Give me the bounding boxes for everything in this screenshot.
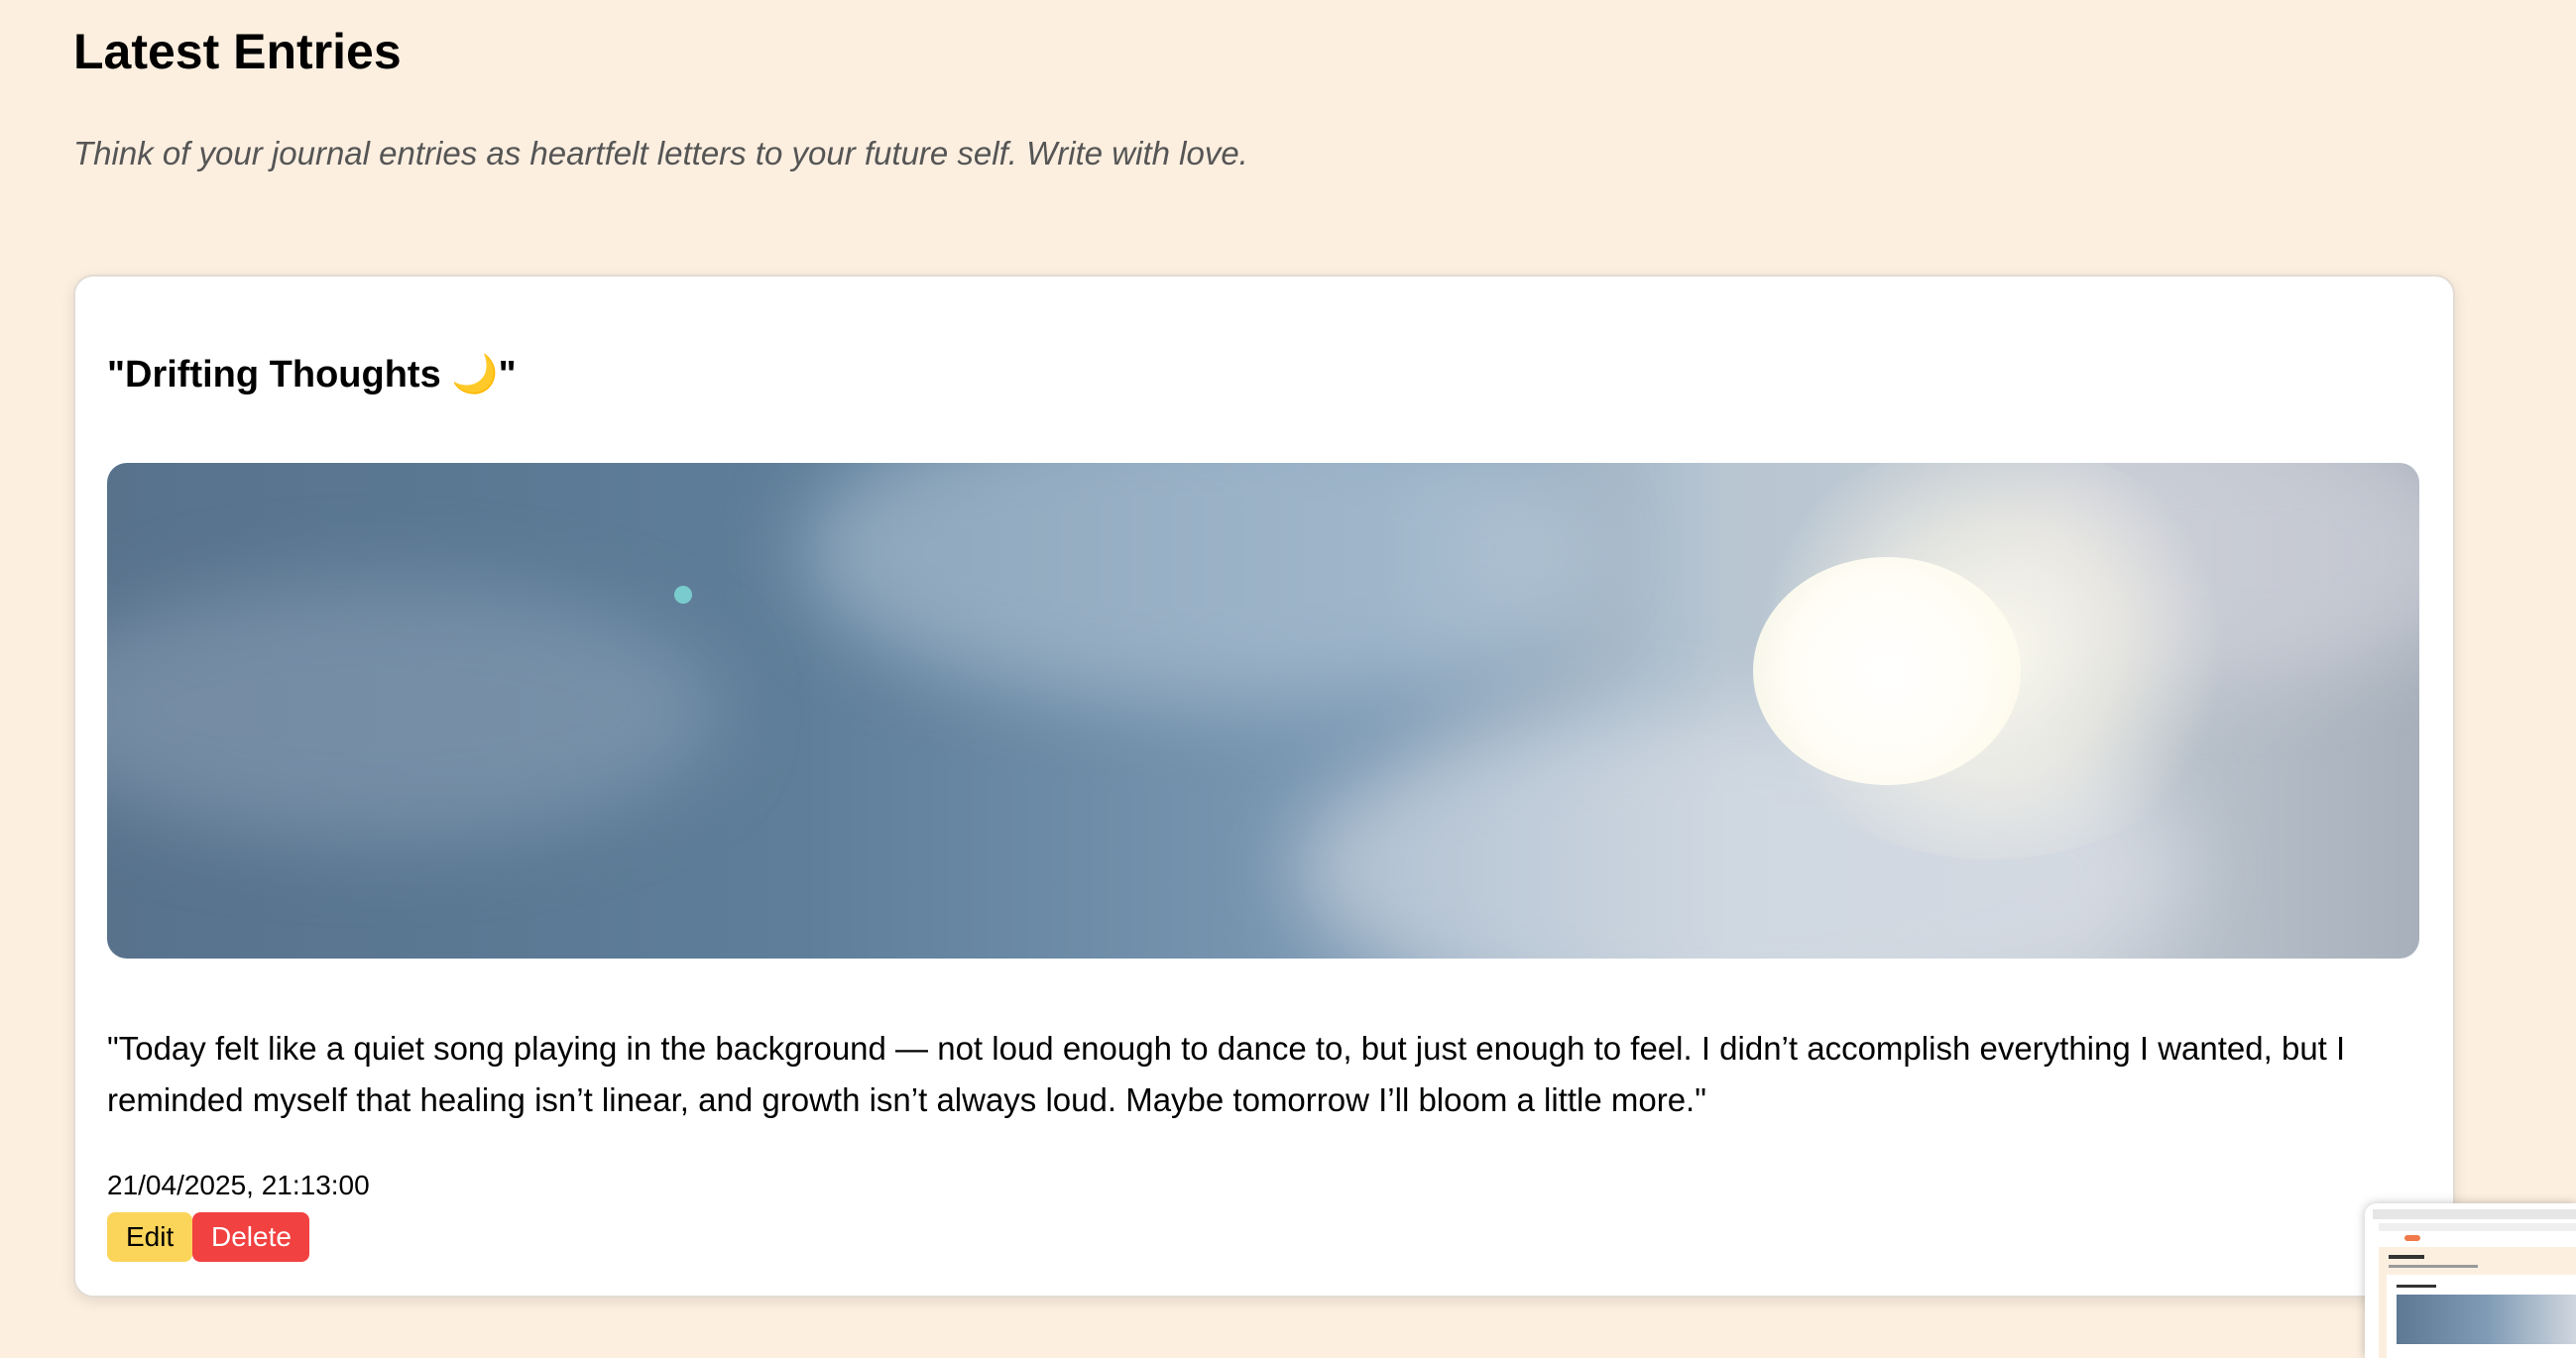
thumbnail-address-bar (2379, 1223, 2576, 1231)
thumbnail-title-line (2389, 1255, 2424, 1259)
entry-date: 21/04/2025, 21:13:00 (107, 1170, 370, 1200)
entry-text: "Today felt like a quiet song playing in… (107, 1030, 2346, 1118)
thumbnail-subtitle-line (2389, 1265, 2478, 1268)
image-lens-flare (674, 586, 692, 604)
screenshot-thumbnail[interactable] (2365, 1203, 2576, 1358)
delete-button[interactable]: Delete (192, 1212, 309, 1262)
image-cloud (107, 582, 722, 840)
edit-button[interactable]: Edit (107, 1212, 192, 1262)
thumbnail-entry-title-line (2397, 1285, 2436, 1288)
entry-image (107, 463, 2419, 959)
page-title: Latest Entries (73, 24, 402, 79)
thumbnail-pill (2404, 1235, 2420, 1241)
entry-title: "Drifting Thoughts 🌙" (107, 354, 517, 396)
image-cloud (801, 463, 1594, 701)
image-sun (1753, 557, 2021, 785)
page-subtitle: Think of your journal entries as heartfe… (73, 135, 1248, 171)
entry-card: "Drifting Thoughts 🌙" "Today felt like a… (73, 275, 2455, 1298)
thumbnail-browser-bar (2373, 1209, 2576, 1219)
thumbnail-image (2397, 1295, 2576, 1344)
